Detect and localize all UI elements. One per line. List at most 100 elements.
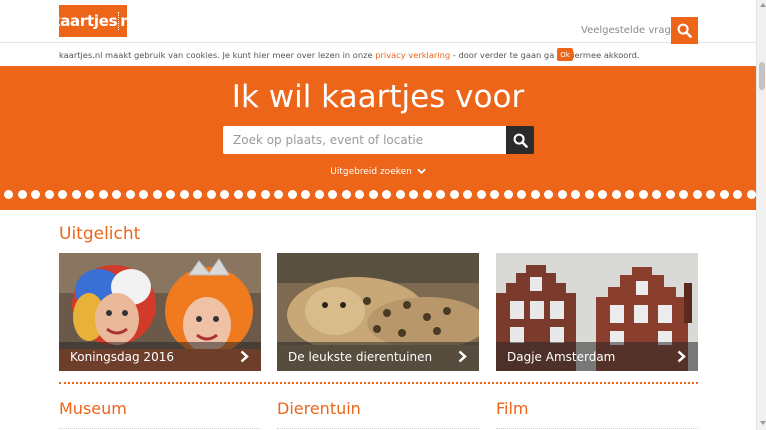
cookie-text-before: kaartjes.nl maakt gebruik van cookies. J… [59,50,376,60]
faq-link[interactable]: Veelgestelde vragen [581,25,683,36]
perforation-dot [422,190,432,199]
perforation-dot [490,190,499,199]
card-caption-bar: Koningsdag 2016 [59,342,261,371]
hero-title: Ik wil kaartjes voor [231,79,525,115]
category-underline [59,428,261,429]
perforation-dot [355,190,364,199]
perforation-dot [625,190,634,199]
perforation-dot [409,190,418,199]
perforation-dot [530,190,540,199]
perforation-dot [4,190,13,199]
scroll-up-arrow[interactable] [759,3,766,7]
perforation-dot [476,190,486,199]
perforation-dot [98,190,108,199]
featured-title: Uitgelicht [59,224,141,244]
perforation-dot [314,190,324,199]
perforation-dot [233,190,243,199]
perforation-dot [746,190,756,199]
page: kaartjes nl Veelgestelde vragen kaartjes… [0,0,766,430]
header-search-button[interactable] [671,17,698,44]
perforation-dot [260,190,270,199]
perforation-dot [193,190,202,199]
perforation-dot [247,190,256,199]
category-film[interactable]: Film [496,399,529,418]
card-caption-bar: De leukste dierentuinen [277,342,479,371]
perforation-dot [17,190,27,199]
search-icon [677,23,692,38]
perforation-dot [152,190,162,199]
perforation-dot [395,190,405,199]
featured-card-amsterdam[interactable]: Dagje Amsterdam [496,253,698,371]
perforation-dot [652,190,661,199]
perforation-dot [665,190,675,199]
hero: Ik wil kaartjes voor Uitgebreid zoeken [0,66,756,210]
category-dierentuin[interactable]: Dierentuin [277,399,361,418]
cookie-text: kaartjes.nl maakt gebruik van cookies. J… [59,50,640,60]
perforation-dot [611,190,621,199]
perforation-dot [571,190,580,199]
perforation-dot [368,190,378,199]
search-icon [513,133,528,148]
perforation-dot [125,190,135,199]
perforation-dot [584,190,594,199]
search-field[interactable] [223,126,506,154]
cookie-bar: kaartjes.nl maakt gebruik van cookies. J… [0,44,756,66]
featured-card-dierentuinen[interactable]: De leukste dierentuinen [277,253,479,371]
scroll-down-arrow[interactable] [759,421,766,425]
perforation-dot [638,190,648,199]
card-label: De leukste dierentuinen [288,350,433,364]
perforation-dot [544,190,553,199]
perforation-dot [706,190,715,199]
cookie-ok-button[interactable]: Ok [557,48,573,61]
perforation-dot [719,190,729,199]
chevron-down-icon [416,168,426,175]
perforation-dot [463,190,472,199]
perforation-dot [85,190,94,199]
perforation-dot [679,190,688,199]
search-input[interactable] [223,126,506,154]
category-museum[interactable]: Museum [59,399,127,418]
category-underline [277,428,479,429]
chevron-right-icon [677,350,686,363]
header: kaartjes nl Veelgestelde vragen [0,0,756,44]
perforation-dot [274,190,283,199]
perforation-dot [179,190,189,199]
perforation-dot [436,190,445,199]
logo-separator [118,12,120,30]
perforation-dot [58,190,67,199]
card-label: Dagje Amsterdam [507,350,616,364]
ticket-perforation [0,190,756,200]
cookie-text-after: - door verder te gaan ga je hiermee akko… [450,50,640,60]
chevron-right-icon [458,350,467,363]
perforation-dot [341,190,351,199]
scrollbar-thumb[interactable] [759,62,765,90]
perforation-dot [517,190,526,199]
perforation-dot [598,190,607,199]
perforation-dot [449,190,459,199]
advanced-search-toggle[interactable]: Uitgebreid zoeken [0,167,756,177]
perforation-dot [287,190,297,199]
privacy-link[interactable]: privacy verklaring [375,50,450,60]
category-underline [496,428,698,429]
scrollbar[interactable] [756,0,766,430]
perforation-dot [557,190,567,199]
card-label: Koningsdag 2016 [70,350,174,364]
perforation-dot [733,190,742,199]
featured-card-koningsdag[interactable]: Koningsdag 2016 [59,253,261,371]
perforation-dot [220,190,229,199]
perforation-dot [382,190,391,199]
perforation-dot [328,190,337,199]
perforation-dot [206,190,216,199]
perforation-dot [71,190,81,199]
search-button[interactable] [506,126,534,154]
perforation-dot [301,190,310,199]
chevron-right-icon [240,350,249,363]
card-caption-bar: Dagje Amsterdam [496,342,698,371]
logo-text-right: nl [120,12,136,30]
perforation-dot [139,190,148,199]
perforation-dot [166,190,175,199]
logo[interactable]: kaartjes nl [51,5,136,37]
perforation-dot [112,190,121,199]
perforation-dot [44,190,54,199]
advanced-search-label: Uitgebreid zoeken [330,167,412,177]
